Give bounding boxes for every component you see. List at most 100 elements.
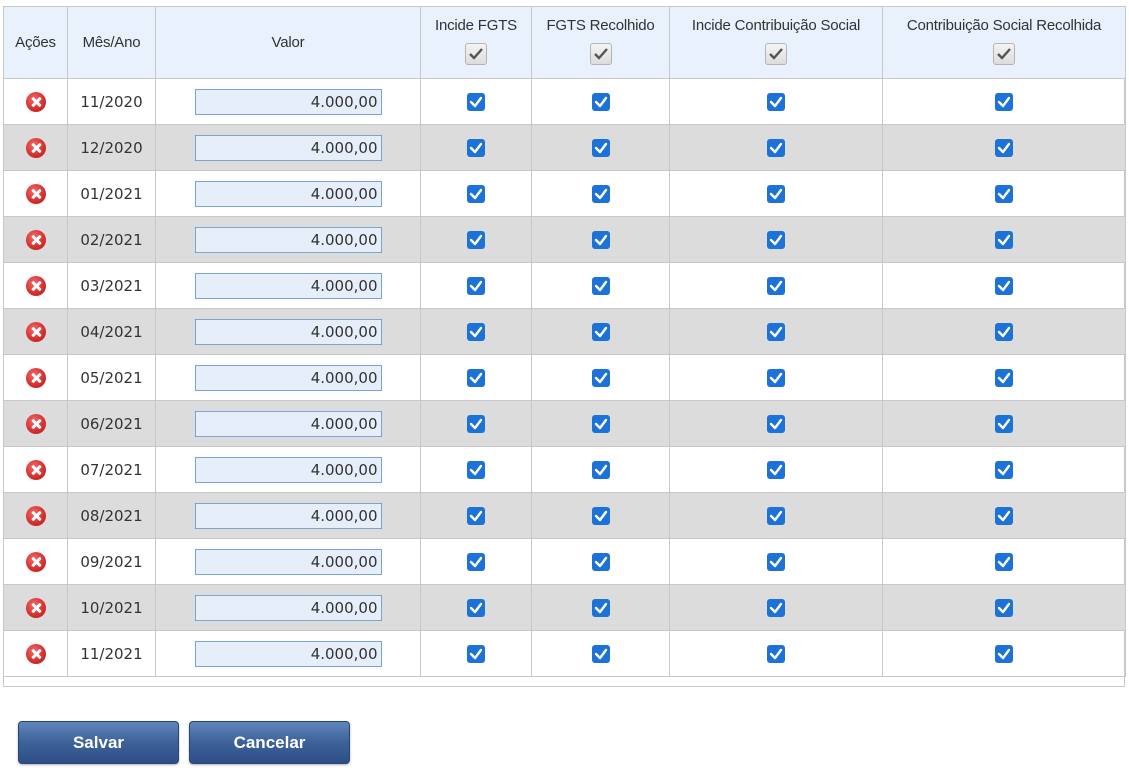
valor-input[interactable] <box>194 640 382 667</box>
valor-input[interactable] <box>194 364 382 391</box>
valor-input[interactable] <box>194 272 382 299</box>
select-all-incide-contribuicao-checkbox[interactable] <box>765 42 787 65</box>
remove-circle-icon[interactable] <box>25 413 46 434</box>
fgts-recolhido-checkbox[interactable] <box>591 276 610 295</box>
fgts-recolhido-checkbox[interactable] <box>591 552 610 571</box>
valor-input[interactable] <box>194 134 382 161</box>
contribuicao-recolhida-checkbox[interactable] <box>995 506 1013 525</box>
incide-contribuicao-checkbox[interactable] <box>767 644 785 663</box>
remove-circle-icon[interactable] <box>25 505 46 526</box>
incide-fgts-checkbox[interactable] <box>467 598 485 617</box>
contribuicao-recolhida-checkbox[interactable] <box>995 184 1013 203</box>
valor-input[interactable] <box>194 456 382 483</box>
cell-acoes <box>3 308 68 355</box>
header-contribuicao-recolhida-label: Contribuição Social Recolhida <box>906 16 1102 34</box>
mes-ano-text: 03/2021 <box>80 276 143 295</box>
contribuicao-recolhida-checkbox[interactable] <box>995 414 1013 433</box>
fgts-recolhido-checkbox[interactable] <box>591 644 610 663</box>
contribuicao-recolhida-checkbox[interactable] <box>995 138 1013 157</box>
select-all-contribuicao-recolhida-checkbox[interactable] <box>993 42 1015 65</box>
table-row: 11/2021 <box>3 630 1126 677</box>
remove-circle-icon[interactable] <box>25 551 46 572</box>
contribuicao-recolhida-checkbox[interactable] <box>995 552 1013 571</box>
incide-contribuicao-checkbox[interactable] <box>767 460 785 479</box>
cell-fgts-recolhido <box>531 400 670 447</box>
incide-fgts-checkbox[interactable] <box>467 368 485 387</box>
remove-circle-icon[interactable] <box>25 229 46 250</box>
cell-incide-fgts <box>420 262 532 309</box>
remove-circle-icon[interactable] <box>25 275 46 296</box>
fgts-recolhido-checkbox[interactable] <box>591 368 610 387</box>
incide-fgts-checkbox[interactable] <box>467 230 485 249</box>
select-all-incide-fgts-checkbox[interactable] <box>465 42 487 65</box>
contribuicao-recolhida-checkbox[interactable] <box>995 368 1013 387</box>
incide-fgts-checkbox[interactable] <box>467 506 485 525</box>
incide-contribuicao-checkbox[interactable] <box>767 368 785 387</box>
cell-contribuicao-recolhida <box>882 492 1126 539</box>
valor-input[interactable] <box>194 226 382 253</box>
fgts-recolhido-checkbox[interactable] <box>591 92 610 111</box>
incide-fgts-checkbox[interactable] <box>467 276 485 295</box>
incide-contribuicao-checkbox[interactable] <box>767 414 785 433</box>
valor-input[interactable] <box>194 88 382 115</box>
contribuicao-recolhida-checkbox[interactable] <box>995 598 1013 617</box>
incide-contribuicao-checkbox[interactable] <box>767 598 785 617</box>
cell-mes-ano: 07/2021 <box>67 446 156 493</box>
cell-mes-ano: 08/2021 <box>67 492 156 539</box>
valor-input[interactable] <box>194 548 382 575</box>
contribuicao-recolhida-checkbox[interactable] <box>995 322 1013 341</box>
contribuicao-recolhida-checkbox[interactable] <box>995 460 1013 479</box>
table-row: 09/2021 <box>3 538 1126 585</box>
incide-contribuicao-checkbox[interactable] <box>767 92 785 111</box>
incide-fgts-checkbox[interactable] <box>467 184 485 203</box>
remove-circle-icon[interactable] <box>25 137 46 158</box>
incide-contribuicao-checkbox[interactable] <box>767 552 785 571</box>
remove-circle-icon[interactable] <box>25 321 46 342</box>
fgts-recolhido-checkbox[interactable] <box>591 414 610 433</box>
incide-fgts-checkbox[interactable] <box>467 322 485 341</box>
valor-input[interactable] <box>194 594 382 621</box>
contribuicao-recolhida-checkbox[interactable] <box>995 644 1013 663</box>
incide-fgts-checkbox[interactable] <box>467 460 485 479</box>
select-all-fgts-recolhido-checkbox[interactable] <box>589 42 612 65</box>
remove-circle-icon[interactable] <box>25 597 46 618</box>
fgts-recolhido-checkbox[interactable] <box>591 598 610 617</box>
valor-input[interactable] <box>194 180 382 207</box>
fgts-recolhido-checkbox[interactable] <box>591 184 610 203</box>
save-button[interactable]: Salvar <box>18 721 179 764</box>
incide-fgts-checkbox[interactable] <box>467 552 485 571</box>
remove-circle-icon[interactable] <box>25 459 46 480</box>
fgts-recolhido-checkbox[interactable] <box>591 506 610 525</box>
incide-contribuicao-checkbox[interactable] <box>767 276 785 295</box>
cell-acoes <box>3 446 68 493</box>
cell-fgts-recolhido <box>531 446 670 493</box>
valor-input[interactable] <box>194 410 382 437</box>
incide-contribuicao-checkbox[interactable] <box>767 184 785 203</box>
incide-fgts-checkbox[interactable] <box>467 138 485 157</box>
contribuicao-recolhida-checkbox[interactable] <box>995 92 1013 111</box>
cell-incide-fgts <box>420 584 532 631</box>
remove-circle-icon[interactable] <box>25 643 46 664</box>
header-fgts-recolhido-label: FGTS Recolhido <box>546 16 655 34</box>
table-row: 06/2021 <box>3 400 1126 447</box>
incide-contribuicao-checkbox[interactable] <box>767 138 785 157</box>
fgts-recolhido-checkbox[interactable] <box>591 322 610 341</box>
incide-contribuicao-checkbox[interactable] <box>767 230 785 249</box>
contribuicao-recolhida-checkbox[interactable] <box>995 230 1013 249</box>
contribuicao-recolhida-checkbox[interactable] <box>995 276 1013 295</box>
incide-contribuicao-checkbox[interactable] <box>767 506 785 525</box>
incide-contribuicao-checkbox[interactable] <box>767 322 785 341</box>
fgts-recolhido-checkbox[interactable] <box>591 460 610 479</box>
cancel-button[interactable]: Cancelar <box>189 721 350 764</box>
incide-fgts-checkbox[interactable] <box>467 414 485 433</box>
incide-fgts-checkbox[interactable] <box>467 92 485 111</box>
fgts-recolhido-checkbox[interactable] <box>591 138 610 157</box>
cell-mes-ano: 01/2021 <box>67 170 156 217</box>
remove-circle-icon[interactable] <box>25 91 46 112</box>
incide-fgts-checkbox[interactable] <box>467 644 485 663</box>
fgts-recolhido-checkbox[interactable] <box>591 230 610 249</box>
valor-input[interactable] <box>194 502 382 529</box>
valor-input[interactable] <box>194 318 382 345</box>
remove-circle-icon[interactable] <box>25 367 46 388</box>
remove-circle-icon[interactable] <box>25 183 46 204</box>
